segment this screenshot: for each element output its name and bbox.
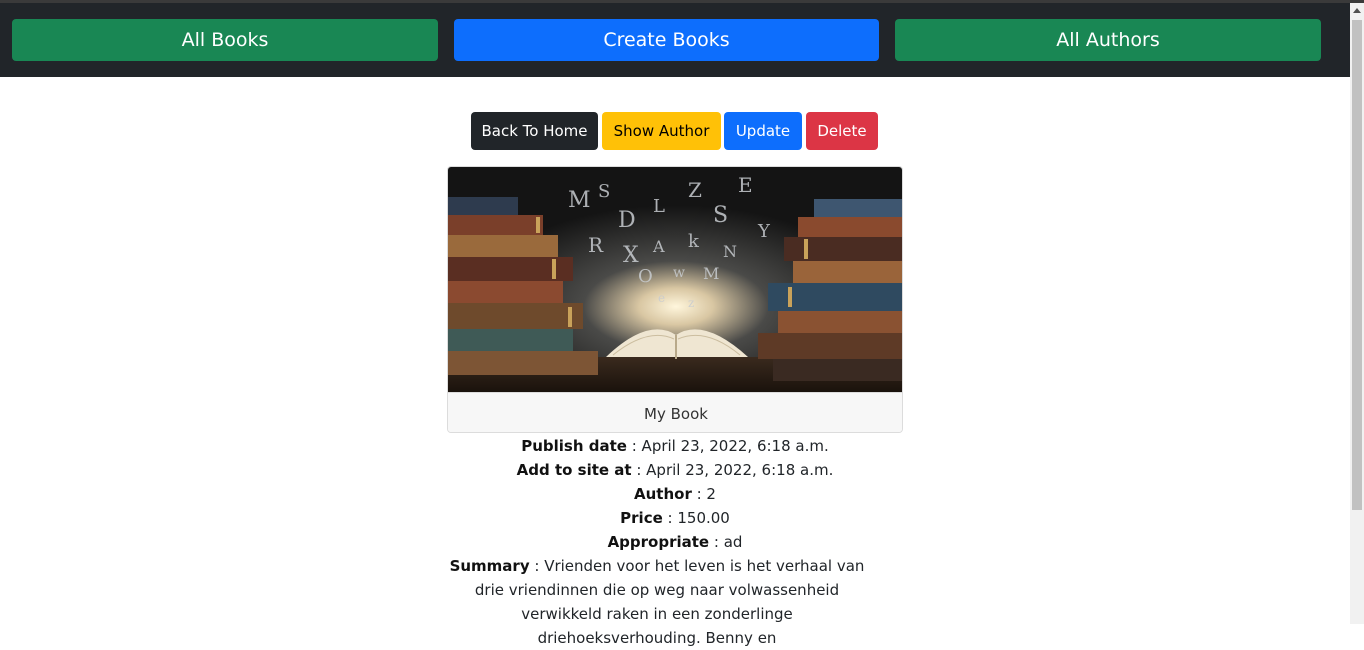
- svg-text:z: z: [688, 296, 694, 310]
- author-row: Author : 2: [447, 482, 903, 506]
- vertical-scrollbar[interactable]: [1350, 3, 1364, 624]
- book-details: Publish date : April 23, 2022, 6:18 a.m.…: [447, 434, 903, 650]
- author-value: : 2: [691, 485, 716, 503]
- summary-row: Summary : Vrienden voor het leven is het…: [447, 554, 867, 650]
- book-card: M S D L Z S E Y R X A k N O w M e z My B…: [447, 166, 903, 433]
- summary-label: Summary: [449, 557, 530, 575]
- appropriate-row: Appropriate : ad: [447, 530, 903, 554]
- svg-text:k: k: [688, 231, 700, 252]
- price-value: : 150.00: [662, 509, 730, 527]
- book-title: My Book: [448, 392, 902, 432]
- svg-text:S: S: [598, 181, 610, 202]
- navbar: All Books Create Books All Authors: [0, 3, 1350, 77]
- author-label: Author: [634, 485, 692, 503]
- svg-text:e: e: [658, 291, 665, 305]
- appropriate-label: Appropriate: [607, 533, 710, 551]
- added-label: Add to site at: [516, 461, 632, 479]
- price-row: Price : 150.00: [447, 506, 903, 530]
- svg-text:S: S: [713, 203, 728, 228]
- svg-text:w: w: [673, 265, 685, 281]
- all-authors-button[interactable]: All Authors: [895, 19, 1321, 61]
- svg-text:A: A: [652, 237, 665, 256]
- back-to-home-button[interactable]: Back To Home: [471, 112, 598, 150]
- publish-date-label: Publish date: [521, 437, 627, 455]
- svg-text:M: M: [568, 188, 591, 213]
- svg-text:D: D: [618, 208, 636, 233]
- svg-text:Y: Y: [757, 221, 771, 242]
- svg-text:O: O: [638, 266, 653, 287]
- update-button[interactable]: Update: [724, 112, 802, 150]
- publish-date-row: Publish date : April 23, 2022, 6:18 a.m.: [447, 434, 903, 458]
- svg-text:R: R: [588, 233, 604, 257]
- book-cover-image: M S D L Z S E Y R X A k N O w M e z: [448, 167, 902, 392]
- appropriate-value: : ad: [709, 533, 743, 551]
- added-value: : April 23, 2022, 6:18 a.m.: [631, 461, 834, 479]
- all-books-button[interactable]: All Books: [12, 19, 438, 61]
- svg-text:E: E: [738, 173, 753, 197]
- svg-text:N: N: [723, 242, 737, 261]
- summary-value: : Vrienden voor het leven is het verhaal…: [474, 557, 865, 647]
- added-row: Add to site at : April 23, 2022, 6:18 a.…: [447, 458, 903, 482]
- svg-text:X: X: [623, 243, 639, 268]
- show-author-button[interactable]: Show Author: [602, 112, 721, 150]
- scroll-up-arrow-icon[interactable]: [1350, 3, 1364, 17]
- svg-text:L: L: [653, 196, 665, 217]
- svg-text:M: M: [703, 264, 719, 283]
- delete-button[interactable]: Delete: [806, 112, 878, 150]
- publish-date-value: : April 23, 2022, 6:18 a.m.: [626, 437, 829, 455]
- svg-text:Z: Z: [688, 178, 702, 202]
- create-books-button[interactable]: Create Books: [454, 19, 879, 61]
- price-label: Price: [620, 509, 663, 527]
- scrollbar-thumb[interactable]: [1352, 20, 1362, 510]
